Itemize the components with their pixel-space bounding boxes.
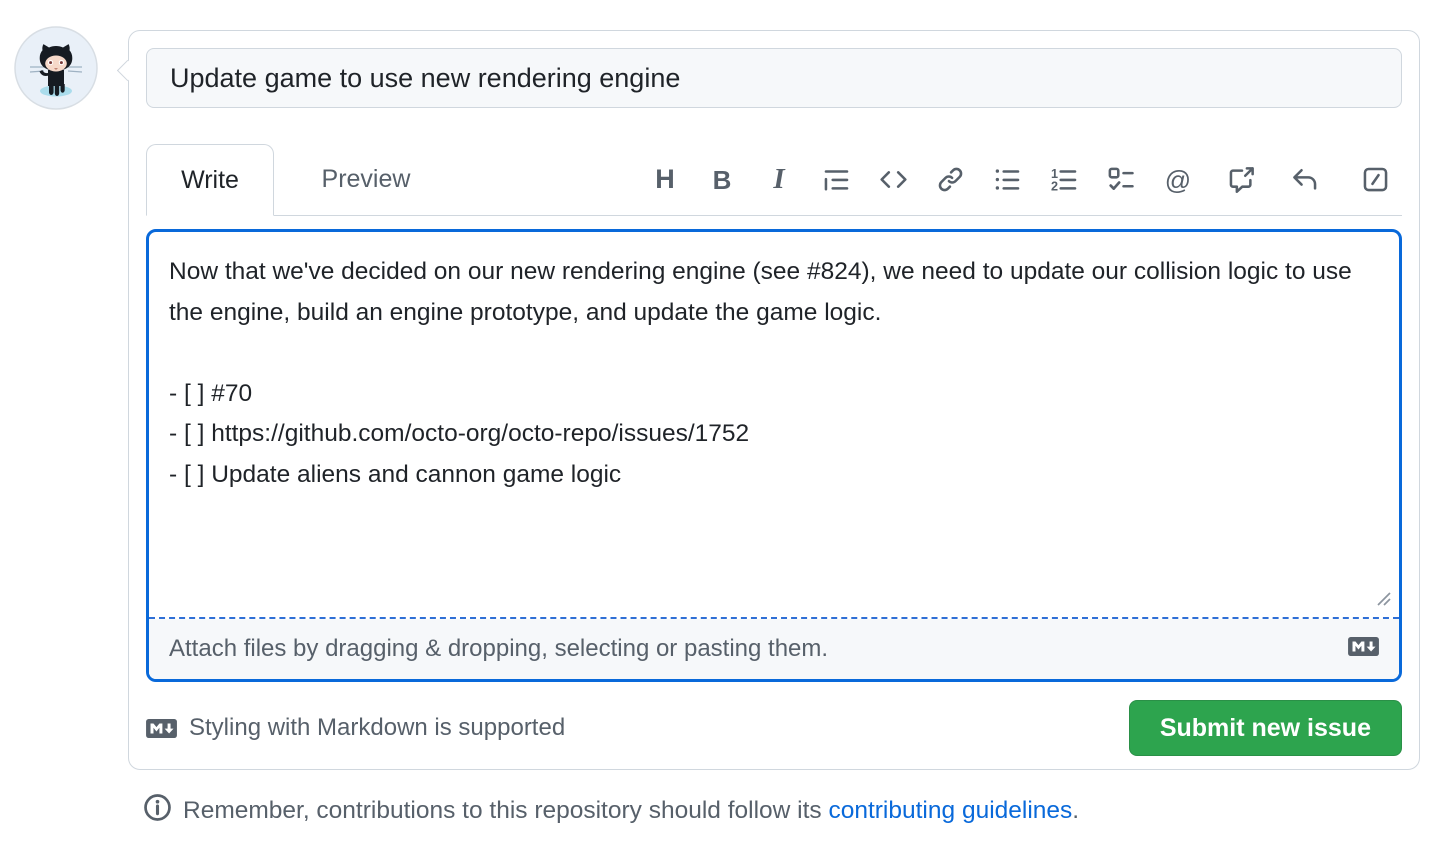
comment-caret xyxy=(116,59,139,82)
bold-icon: B xyxy=(712,164,732,195)
svg-text:2: 2 xyxy=(1051,179,1058,193)
contribution-reminder: Remember, contributions to this reposito… xyxy=(143,793,1079,829)
ordered-list-icon: 12 xyxy=(1051,167,1076,193)
slash-commands-button[interactable] xyxy=(1360,162,1390,198)
saved-replies-button[interactable] xyxy=(1289,162,1319,198)
new-issue-form-card: Write Preview H B I 12 @ Now that we've deci… xyxy=(116,30,1420,770)
heading-button[interactable]: H xyxy=(650,162,680,198)
code-button[interactable] xyxy=(878,162,908,198)
reminder-suffix: . xyxy=(1072,797,1080,824)
markdown-icon[interactable] xyxy=(1348,635,1379,663)
info-icon xyxy=(143,793,172,829)
cross-reference-icon xyxy=(1229,167,1254,193)
reminder-prefix: Remember, contributions to this reposito… xyxy=(183,797,829,824)
mention-icon: @ xyxy=(1164,164,1192,195)
italic-button[interactable]: I xyxy=(764,162,794,198)
markdown-toolbar: H B I 1 2 @ xyxy=(650,144,1402,215)
slash-commands-icon xyxy=(1363,167,1387,192)
saved-replies-icon xyxy=(1292,168,1316,190)
submit-new-issue-button[interactable]: Submit new issue xyxy=(1128,700,1402,756)
task-list-icon xyxy=(1108,167,1134,190)
contributing-guidelines-link[interactable]: contributing guidelines xyxy=(828,797,1072,824)
user-avatar[interactable] xyxy=(14,26,98,110)
link-icon xyxy=(938,167,962,192)
code-icon xyxy=(879,171,907,188)
reminder-text: Remember, contributions to this reposito… xyxy=(183,797,1079,825)
mention-button[interactable]: @ xyxy=(1163,162,1193,198)
quote-icon xyxy=(824,170,848,191)
editor-text-region: Now that we've decided on our new render… xyxy=(149,232,1399,619)
bold-button[interactable]: B xyxy=(707,162,737,198)
ordered-list-button[interactable]: 12 xyxy=(1049,162,1079,198)
resize-handle-icon[interactable] xyxy=(1374,589,1393,613)
unordered-list-button[interactable] xyxy=(992,162,1022,198)
form-footer: Styling with Markdown is supported Submi… xyxy=(146,700,1402,756)
comment-editor: Now that we've decided on our new render… xyxy=(146,229,1402,682)
octocat-icon xyxy=(14,26,98,110)
editor-tab-bar: Write Preview H B I 1 2 @ xyxy=(146,144,1402,216)
heading-icon: H xyxy=(655,164,675,194)
quote-button[interactable] xyxy=(821,162,851,198)
markdown-icon xyxy=(146,718,177,738)
markdown-supported-label: Styling with Markdown is supported xyxy=(189,714,566,741)
tab-write[interactable]: Write xyxy=(146,144,274,216)
attach-files-hint: Attach files by dragging & dropping, sel… xyxy=(169,635,829,662)
markdown-supported-link[interactable]: Styling with Markdown is supported xyxy=(146,714,565,742)
issue-title-input[interactable] xyxy=(146,48,1402,108)
cross-reference-button[interactable] xyxy=(1226,162,1256,198)
tab-preview[interactable]: Preview xyxy=(274,144,458,215)
unordered-list-icon xyxy=(995,169,1019,190)
task-list-button[interactable] xyxy=(1106,162,1136,198)
italic-icon: I xyxy=(773,163,785,195)
link-button[interactable] xyxy=(935,162,965,198)
issue-body-textarea[interactable]: Now that we've decided on our new render… xyxy=(149,232,1399,617)
attach-files-dropzone[interactable]: Attach files by dragging & dropping, sel… xyxy=(149,619,1399,679)
